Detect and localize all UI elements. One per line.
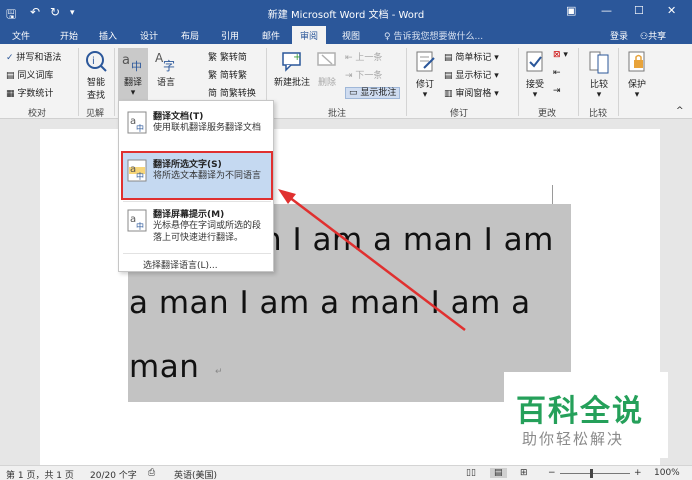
web-layout-icon[interactable]: ⊞ (520, 468, 528, 478)
svg-text:中: 中 (136, 221, 144, 231)
word-count[interactable]: 20/20 个字 (90, 468, 137, 480)
menu-item-title: 翻译文档(T) (153, 112, 204, 122)
menu-item-desc: 将所选文本翻译为不同语言 (153, 171, 262, 181)
menu-item-translate-selected-text[interactable]: a 中 翻译所选文字(S) 将所选文本翻译为不同语言 (121, 151, 273, 200)
zoom-in-button[interactable]: + (634, 468, 642, 478)
svg-text:中: 中 (136, 123, 144, 133)
menu-item-desc: 光标悬停在字词或所选的段落上可快速进行翻译。 (153, 221, 262, 243)
zoom-slider-thumb[interactable] (590, 469, 593, 478)
menu-item-translate-screentip[interactable]: a 中 翻译屏幕提示(M) 光标悬停在字词或所选的段落上可快速进行翻译。 (123, 203, 271, 248)
menu-item-desc: 使用联机翻译服务翻译文档 (153, 123, 262, 133)
svg-text:中: 中 (136, 171, 144, 181)
status-bar: 第 1 页，共 1 页 20/20 个字 ⎙ 英语(美国) ▯▯ ▤ ⊞ − +… (0, 465, 692, 480)
zoom-level[interactable]: 100% (654, 468, 680, 478)
read-mode-icon[interactable]: ▯▯ (466, 468, 476, 478)
watermark: 百科全说 助你轻松解决 (504, 372, 668, 458)
menu-item-translate-document[interactable]: a 中 翻译文档(T) 使用联机翻译服务翻译文档 (123, 105, 271, 150)
translate-screentip-icon: a 中 (127, 209, 147, 232)
proofing-status-icon[interactable]: ⎙ (148, 468, 155, 478)
language-status[interactable]: 英语(美国) (174, 468, 217, 480)
menu-separator (123, 253, 271, 254)
zoom-slider-track[interactable] (560, 473, 630, 474)
watermark-main: 百科全说 (516, 394, 644, 429)
menu-item-choose-language[interactable]: 选择翻译语言(L)... (143, 258, 218, 271)
menu-item-title: 翻译屏幕提示(M) (153, 210, 225, 220)
watermark-sub: 助你轻松解决 (522, 430, 625, 448)
menu-separator (123, 201, 271, 202)
print-layout-icon[interactable]: ▤ (490, 468, 507, 478)
menu-item-title: 翻译所选文字(S) (153, 160, 222, 170)
translate-selection-icon: a 中 (127, 159, 147, 182)
arrow-shaft (288, 196, 466, 331)
translate-menu: a 中 翻译文档(T) 使用联机翻译服务翻译文档 a 中 翻译所选文字(S) 将… (118, 100, 274, 272)
translate-document-icon: a 中 (127, 111, 147, 134)
page-count[interactable]: 第 1 页，共 1 页 (6, 468, 74, 480)
zoom-out-button[interactable]: − (548, 468, 556, 478)
